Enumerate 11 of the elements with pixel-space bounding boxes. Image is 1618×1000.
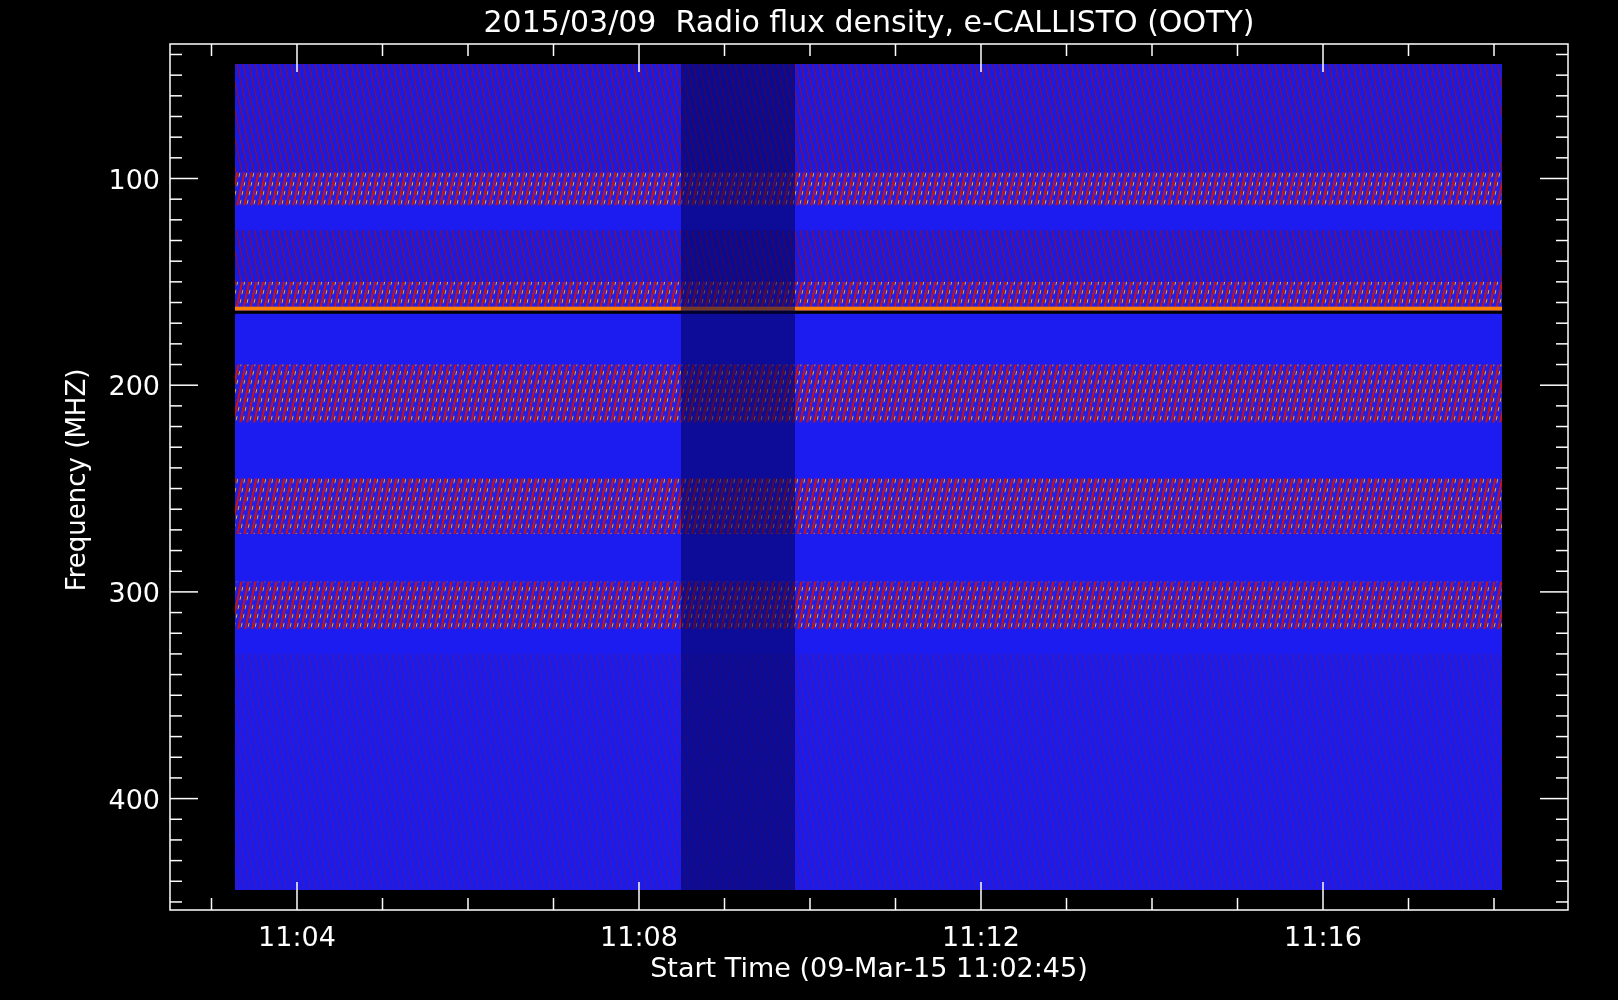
x-tick-label: 11:04 bbox=[258, 921, 336, 952]
y-tick-label: 300 bbox=[108, 576, 160, 608]
x-tick-label: 11:16 bbox=[1284, 921, 1362, 952]
chart-title: 2015/03/09 Radio flux density, e-CALLISTO (OOTY) bbox=[483, 4, 1255, 39]
x-tick-label: 11:12 bbox=[942, 921, 1020, 952]
x-axis-label: Start Time (09-Mar-15 11:02:45) bbox=[650, 952, 1088, 983]
y-axis-label: Frequency (MHZ) bbox=[61, 368, 91, 592]
y-tick-label: 400 bbox=[108, 783, 160, 815]
y-tick-label: 200 bbox=[108, 370, 160, 402]
x-tick-label: 11:08 bbox=[600, 921, 678, 952]
y-tick-label: 100 bbox=[108, 163, 160, 195]
